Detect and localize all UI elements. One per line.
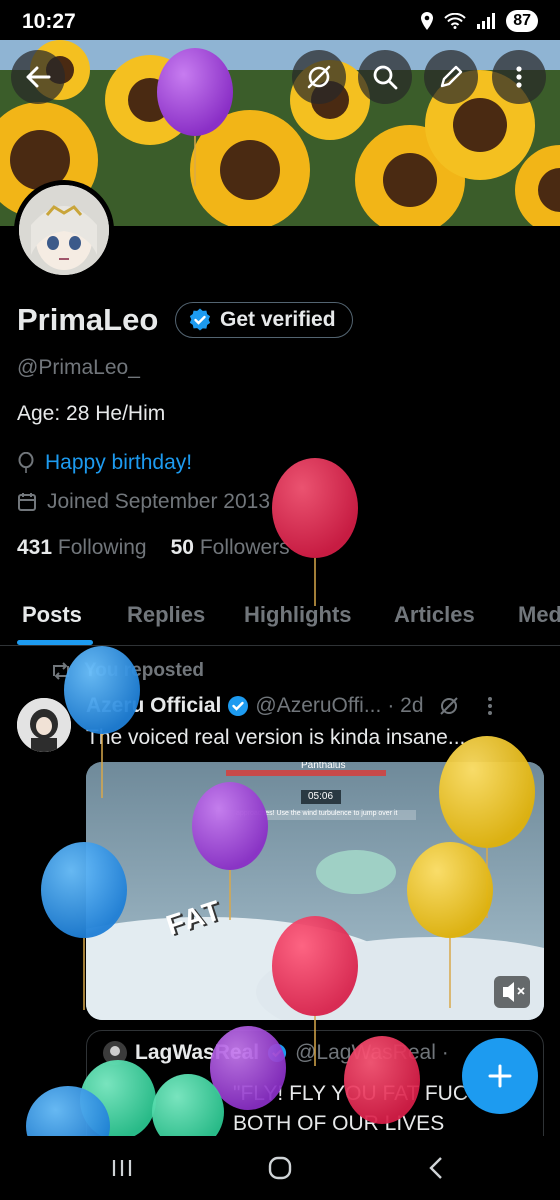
- grok-icon: [307, 65, 331, 89]
- post-author-handle[interactable]: @AzeruOffi...: [255, 694, 381, 718]
- post-author-avatar[interactable]: [17, 698, 71, 752]
- location-icon: [421, 12, 434, 30]
- battery-indicator: 87: [506, 10, 538, 32]
- quote-text: "FLY! FLY YOU FAT FUC BOTH OF OUR LIVES: [233, 1079, 468, 1139]
- pencil-icon: [440, 65, 463, 88]
- profile-handle: @PrimaLeo_: [17, 356, 140, 379]
- quote-author-avatar: [103, 1041, 127, 1065]
- tab-media[interactable]: Media: [518, 602, 560, 628]
- system-nav-bar: [0, 1136, 560, 1200]
- post-text: The voiced real version is kinda insane.…: [86, 726, 466, 749]
- birthday-row: Happy birthday!: [17, 451, 192, 475]
- video-timer: 05:06: [308, 791, 334, 802]
- quote-author-handle: @LagWasReal ·: [295, 1041, 449, 1064]
- quote-header: LagWasReal @LagWasReal ·: [103, 1041, 449, 1065]
- video-boss-name: Panthalus: [301, 762, 346, 771]
- post-author-name[interactable]: Azeru Official: [86, 694, 221, 718]
- followers-link[interactable]: 50 Followers: [171, 536, 290, 560]
- quote-author-name: LagWasReal: [135, 1041, 260, 1064]
- quote-line-1: "FLY! FLY YOU FAT FUC: [233, 1082, 469, 1105]
- post-video[interactable]: Panthalus 05:06 approaches! Use the wind…: [86, 762, 544, 1020]
- recent-apps-button[interactable]: [102, 1150, 142, 1186]
- post-time: · 2d: [387, 694, 424, 717]
- more-button[interactable]: [492, 50, 546, 104]
- profile-name: PrimaLeo: [17, 302, 159, 337]
- wifi-icon: [444, 13, 466, 29]
- verified-badge-icon: [189, 308, 211, 331]
- quote-line-2: BOTH OF OUR LIVES: [233, 1112, 445, 1135]
- tab-articles[interactable]: Articles: [394, 602, 475, 628]
- back-button[interactable]: [11, 50, 65, 104]
- grok-button[interactable]: [292, 50, 346, 104]
- followers-count: 50: [170, 536, 194, 559]
- verified-badge-icon: [228, 696, 249, 716]
- verified-badge-icon: [268, 1043, 287, 1063]
- post-header: Azeru Official @AzeruOffi... · 2d: [86, 694, 494, 718]
- birthday-text[interactable]: Happy birthday!: [45, 451, 192, 475]
- plus-icon: [488, 1064, 512, 1088]
- follow-stats: 431 Following 50 Followers: [17, 536, 290, 560]
- get-verified-button[interactable]: Get verified: [175, 302, 353, 338]
- home-button[interactable]: [260, 1150, 300, 1186]
- repost-label: You reposted: [84, 660, 204, 681]
- home-icon: [268, 1156, 292, 1180]
- status-icons: 87: [420, 10, 538, 32]
- status-time: 10:27: [22, 10, 76, 33]
- recent-apps-icon: [112, 1160, 132, 1176]
- search-icon: [373, 65, 398, 90]
- joined-text: Joined September 2013: [47, 490, 270, 513]
- following-label: Following: [57, 536, 147, 559]
- profile-bio: Age: 28 He/Him: [17, 402, 166, 425]
- joined-row: Joined September 2013: [17, 490, 270, 514]
- profile-tabs: Posts Replies Highlights Articles Media: [0, 586, 560, 646]
- more-vertical-icon: [516, 66, 522, 88]
- tab-highlights[interactable]: Highlights: [244, 602, 352, 628]
- profile-avatar[interactable]: [14, 180, 114, 280]
- more-vertical-icon[interactable]: [486, 696, 494, 716]
- balloon-icon: [18, 452, 34, 473]
- tab-replies[interactable]: Replies: [127, 602, 205, 628]
- search-button[interactable]: [358, 50, 412, 104]
- tab-active-indicator: [17, 640, 93, 645]
- following-link[interactable]: 431 Following: [17, 536, 147, 560]
- tab-posts[interactable]: Posts: [22, 602, 82, 628]
- video-warning: approaches! Use the wind turbulence to j…: [236, 810, 398, 817]
- grok-icon[interactable]: [438, 695, 460, 717]
- signal-icon: [477, 13, 496, 29]
- following-count: 431: [17, 536, 53, 559]
- system-back-button[interactable]: [416, 1150, 456, 1186]
- get-verified-label: Get verified: [220, 308, 336, 331]
- repost-indicator: You reposted: [50, 660, 204, 682]
- chevron-left-icon: [429, 1157, 442, 1179]
- edit-button[interactable]: [424, 50, 478, 104]
- balloon-red: [272, 458, 358, 606]
- followers-label: Followers: [199, 536, 290, 559]
- repost-icon: [53, 662, 69, 680]
- calendar-icon: [18, 493, 36, 511]
- arrow-left-icon: [26, 66, 51, 88]
- compose-button[interactable]: [462, 1038, 538, 1114]
